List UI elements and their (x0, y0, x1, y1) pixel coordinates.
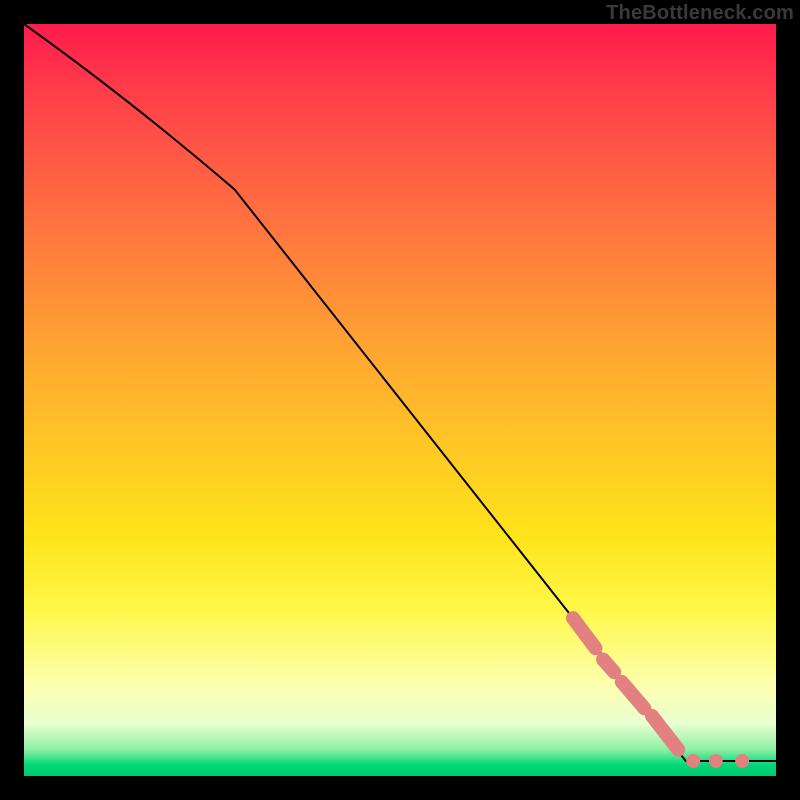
bottleneck-curve (24, 24, 776, 761)
chart-frame: TheBottleneck.com (0, 0, 800, 800)
highlight-dot (735, 754, 749, 768)
highlight-dot (686, 754, 700, 768)
chart-overlay (24, 24, 776, 776)
highlight-segment (573, 618, 596, 648)
highlight-dot (709, 754, 723, 768)
watermark-text: TheBottleneck.com (606, 2, 794, 25)
highlight-dots (686, 754, 749, 768)
highlight-segment (603, 659, 614, 672)
highlight-segments (573, 618, 678, 750)
highlight-segment (652, 716, 678, 750)
highlight-segment (622, 682, 645, 708)
